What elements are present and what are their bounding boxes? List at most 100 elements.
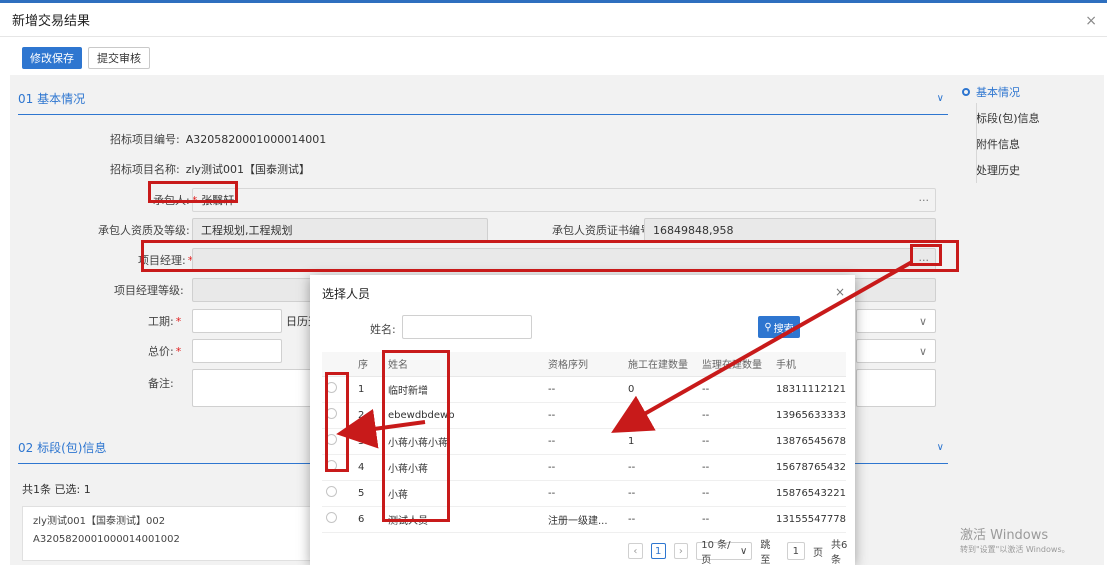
cert-value: 16849848,958	[653, 223, 734, 237]
lot-name: zly测试001【国泰测试】002	[33, 516, 166, 527]
row-project-name: 招标项目名称: zly测试001【国泰测试】	[110, 157, 310, 181]
cell-build: --	[624, 454, 698, 481]
submit-review-button[interactable]: 提交审核	[88, 47, 150, 69]
toolbar: 修改保存 提交审核	[0, 37, 1107, 69]
qual-value: 工程规划,工程规划	[201, 224, 293, 237]
close-icon[interactable]: ×	[1085, 13, 1097, 29]
row-radio[interactable]	[326, 434, 337, 445]
pm-label: 项目经理:	[138, 254, 186, 267]
table-row[interactable]: 2 ebewdbdewb -- -- 13965633333	[322, 402, 846, 429]
page-1-button[interactable]: 1	[650, 543, 666, 559]
page-size-value: 10 条/页	[701, 540, 731, 565]
row-project-no: 招标项目编号: A3205820001000014001	[110, 127, 326, 151]
duration-select[interactable]: ∨	[856, 309, 936, 333]
duration-input[interactable]	[192, 309, 282, 333]
search-button[interactable]: ⚲ 搜索	[758, 316, 800, 338]
chevron-down-icon: ∨	[918, 345, 927, 358]
row-radio[interactable]	[326, 512, 337, 523]
active-dot-icon	[962, 88, 970, 96]
chevron-down-icon[interactable]: ∨	[937, 93, 944, 104]
table-row[interactable]: 6 测试人员 注册一级建... -- -- 13155547778	[322, 506, 846, 533]
picker-icon[interactable]: ···	[919, 194, 930, 207]
cell-supervise: --	[698, 402, 772, 429]
next-page-button[interactable]: ›	[673, 543, 689, 559]
side-nav-label: 标段(包)信息	[976, 112, 1040, 125]
cell-build: 1	[624, 428, 698, 455]
side-nav: 基本情况 标段(包)信息 附件信息 处理历史	[962, 79, 1092, 183]
cell-qual: --	[544, 376, 624, 403]
cell-build: --	[624, 480, 698, 507]
pm-picker-icon[interactable]: ···	[919, 254, 930, 267]
side-nav-item-attachments[interactable]: 附件信息	[962, 131, 1092, 157]
project-no-label: 招标项目编号:	[110, 133, 180, 146]
remark-label: 备注:	[148, 377, 174, 390]
cell-name: 小蒋小蒋	[384, 454, 544, 481]
watermark-line1: 激活 Windows	[960, 528, 1049, 543]
row-radio[interactable]	[326, 408, 337, 419]
price-unit-select[interactable]: ∨	[856, 339, 936, 363]
row-cert: 承包人资质证书编号:	[552, 218, 655, 242]
cell-supervise: --	[698, 376, 772, 403]
section-lot-title: 02 标段(包)信息	[18, 441, 107, 455]
table-row[interactable]: 3 小蒋小蒋小蒋 -- 1 -- 13876545678	[322, 428, 846, 455]
row-radio[interactable]	[326, 382, 337, 393]
section-basic-header[interactable]: 01 基本情况 ∨	[18, 83, 948, 115]
cell-build	[624, 402, 698, 429]
jump-label: 跳至	[760, 540, 771, 565]
save-button[interactable]: 修改保存	[22, 47, 82, 69]
cell-supervise: --	[698, 506, 772, 533]
cell-no: 5	[354, 480, 384, 507]
chevron-down-icon[interactable]: ∨	[937, 442, 944, 453]
modal-title: 选择人员	[322, 286, 371, 301]
table-header: 序 姓名 资格序列 施工在建数量 监理在建数量 手机	[322, 352, 846, 377]
row-radio[interactable]	[326, 486, 337, 497]
table-row[interactable]: 1 临时新增 -- 0 -- 18311112121	[322, 376, 846, 403]
row-qual: 承包人资质及等级:	[98, 218, 190, 242]
cell-qual: --	[544, 402, 624, 429]
search-label: 姓名:	[370, 323, 396, 336]
name-search-input[interactable]	[402, 315, 532, 339]
modal-pager: ‹ 1 › 10 条/页 ∨ 跳至 1 页 共6条	[628, 540, 855, 565]
row-pm-level: 项目经理等级:	[114, 278, 184, 302]
price-label: 总价:	[148, 345, 174, 358]
col-name: 姓名	[384, 352, 544, 377]
page-size-select[interactable]: 10 条/页 ∨	[696, 540, 753, 565]
cell-no: 2	[354, 402, 384, 429]
table-row[interactable]: 5 小蒋 -- -- -- 15876543221	[322, 480, 846, 507]
col-phone: 手机	[772, 352, 846, 377]
required-mark: *	[175, 344, 182, 358]
row-remark: 备注:	[148, 371, 174, 395]
col-qual: 资格序列	[544, 352, 624, 377]
cert-label: 承包人资质证书编号:	[552, 224, 655, 237]
qual-field: 工程规划,工程规划	[192, 218, 488, 242]
watermark-line2: 转到"设置"以激活 Windows。	[960, 545, 1070, 554]
close-icon[interactable]: ×	[835, 285, 845, 299]
prev-page-button[interactable]: ‹	[628, 543, 643, 559]
qual-label: 承包人资质及等级:	[98, 224, 190, 237]
contractor-label: 承包人:	[153, 194, 190, 207]
search-row: 姓名: ⚲ 搜索	[310, 315, 855, 343]
row-duration: 工期: *	[148, 309, 181, 333]
price-input[interactable]	[192, 339, 282, 363]
remark-textarea-right[interactable]	[856, 369, 936, 407]
project-name-value: zly测试001【国泰测试】	[185, 163, 311, 176]
lot-card[interactable]: zly测试001【国泰测试】002 A320582000100001400100…	[22, 506, 312, 561]
side-nav-item-lot[interactable]: 标段(包)信息	[962, 105, 1092, 131]
project-no-value: A3205820001000014001	[185, 132, 327, 146]
side-nav-label: 附件信息	[976, 138, 1020, 151]
pm-field[interactable]: ···	[192, 248, 936, 272]
contractor-field[interactable]: ···	[192, 188, 936, 212]
side-nav-item-history[interactable]: 处理历史	[962, 157, 1092, 183]
remark-textarea[interactable]	[192, 369, 312, 407]
row-radio[interactable]	[326, 460, 337, 471]
row-pm: 项目经理: *	[138, 248, 193, 272]
table-row[interactable]: 4 小蒋小蒋 -- -- -- 15678765432	[322, 454, 846, 481]
side-nav-item-basic[interactable]: 基本情况	[962, 79, 1092, 105]
lot-code: A3205820001000014001002	[33, 534, 180, 545]
jump-page-input[interactable]: 1	[786, 542, 805, 560]
search-icon: ⚲	[764, 321, 772, 333]
side-nav-label: 基本情况	[976, 86, 1020, 99]
col-build: 施工在建数量	[624, 352, 698, 377]
cell-no: 1	[354, 376, 384, 403]
cell-no: 3	[354, 428, 384, 455]
